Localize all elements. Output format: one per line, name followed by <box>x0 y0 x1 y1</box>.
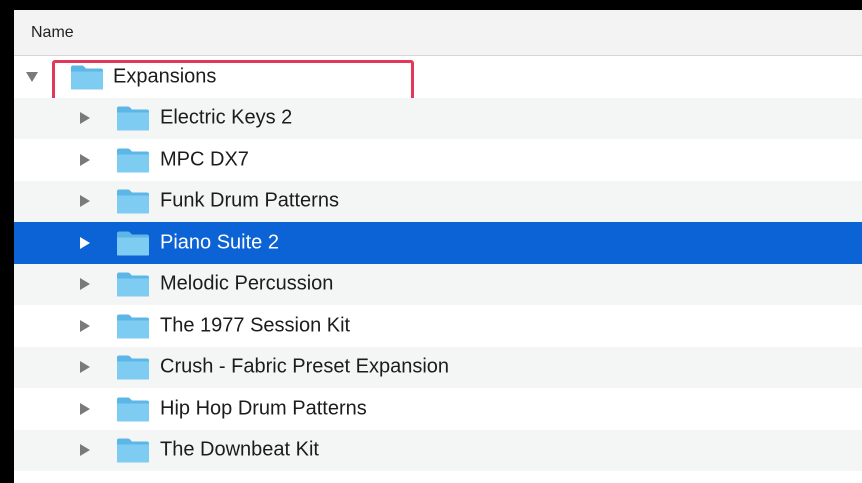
column-header[interactable]: Name <box>14 10 862 56</box>
disclosure-triangle-right-icon[interactable] <box>79 443 91 457</box>
list-item-label: The 1977 Session Kit <box>160 314 351 337</box>
list-item-melodic-percussion[interactable]: Melodic Percussion <box>14 263 862 305</box>
list-item-label: Electric Keys 2 <box>160 106 293 129</box>
list-item-hip-hop-drum-patterns[interactable]: Hip Hop Drum Patterns <box>14 388 862 430</box>
list-item-label: MPC DX7 <box>160 148 249 171</box>
list-item-electric-keys-2[interactable]: Electric Keys 2 <box>14 97 862 139</box>
list-item-label: Expansions <box>113 65 217 88</box>
list-item-label: Piano Suite 2 <box>160 231 279 254</box>
disclosure-triangle-right-icon[interactable] <box>79 194 91 208</box>
folder-icon <box>117 106 149 131</box>
disclosure-triangle-right-icon[interactable] <box>79 402 91 416</box>
list-item-label: Funk Drum Patterns <box>160 189 339 212</box>
folder-icon <box>117 355 149 380</box>
disclosure-triangle-right-icon[interactable] <box>79 111 91 125</box>
folder-icon <box>117 397 149 422</box>
disclosure-triangle-right-icon[interactable] <box>79 236 91 250</box>
folder-icon <box>117 148 149 173</box>
folder-icon <box>117 231 149 256</box>
list-item-expansions[interactable]: Expansions <box>14 56 862 103</box>
list-item-the-downbeat-kit[interactable]: The Downbeat Kit <box>14 429 862 471</box>
disclosure-triangle-down-icon[interactable] <box>26 70 38 84</box>
disclosure-triangle-right-icon[interactable] <box>79 319 91 333</box>
list-item-crush-fabric-preset-expansion[interactable]: Crush - Fabric Preset Expansion <box>14 346 862 388</box>
disclosure-triangle-right-icon[interactable] <box>79 153 91 167</box>
list-item-mpc-dx7[interactable]: MPC DX7 <box>14 139 862 181</box>
list-item-label: Crush - Fabric Preset Expansion <box>160 355 450 378</box>
list-item-label: Hip Hop Drum Patterns <box>160 397 367 420</box>
disclosure-triangle-right-icon[interactable] <box>79 277 91 291</box>
file-list-rows: Expansions Electric Keys 2 MPC DX7 Funk … <box>14 56 862 471</box>
list-item-label: Melodic Percussion <box>160 272 334 295</box>
folder-icon <box>71 65 103 90</box>
folder-icon <box>117 272 149 297</box>
file-list: Name Expansions Electric Keys 2 MPC DX7 … <box>14 10 862 483</box>
disclosure-triangle-right-icon[interactable] <box>79 360 91 374</box>
folder-icon <box>117 314 149 339</box>
list-item-funk-drum-patterns[interactable]: Funk Drum Patterns <box>14 180 862 222</box>
list-item-piano-suite-2[interactable]: Piano Suite 2 <box>14 222 862 264</box>
list-item-label: The Downbeat Kit <box>160 438 319 461</box>
folder-icon <box>117 438 149 463</box>
folder-icon <box>117 189 149 214</box>
name-column-header[interactable]: Name <box>31 24 74 42</box>
finder-window: Name Expansions Electric Keys 2 MPC DX7 … <box>0 0 862 483</box>
list-item-the-1977-session-kit[interactable]: The 1977 Session Kit <box>14 305 862 347</box>
